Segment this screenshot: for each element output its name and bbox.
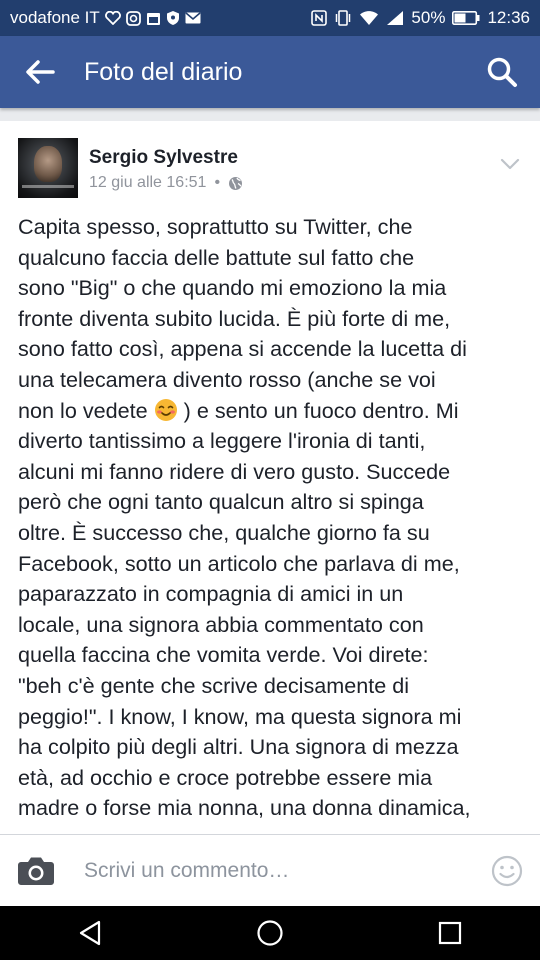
post-line: madre o forse mia nonna, una donna dinam… [18,795,471,821]
post-line: qualcuno faccia delle battute sul fatto … [18,244,415,270]
post-header: Sergio Sylvestre 12 giu alle 16:51 • [18,138,540,198]
arrow-left-icon [26,60,55,84]
camera-icon [18,857,54,885]
post-text: Capita spesso, soprattutto su Twitter, c… [18,212,530,824]
meta-separator: • [214,174,221,191]
emoji-line-before: non lo vedete [18,397,154,423]
shield-icon [166,10,180,26]
post-line: però che ogni tanto qualcun altro si spi… [18,489,424,515]
battery-icon [452,11,480,25]
carrier-label: vodafone IT [10,8,100,27]
search-icon [487,57,517,87]
post-line: alcuni mi fanno ridere di vero gusto. Su… [18,458,451,484]
status-bar: vodafone IT 50% 12:36 [0,0,540,36]
smiley-icon [491,855,523,887]
page-title: Foto del diario [84,57,243,86]
nav-recents-icon [438,921,462,945]
avatar[interactable] [18,138,78,198]
instagram-icon [125,10,141,26]
signal-icon [386,10,404,26]
nav-back-icon [79,920,101,946]
vibrate-icon [334,10,352,26]
post-line: paparazzato in compagnia di amici in un [18,581,404,607]
nfc-icon [311,10,328,26]
post-card: Sergio Sylvestre 12 giu alle 16:51 • Cap… [0,121,540,834]
nav-back-button[interactable] [45,906,135,960]
post-line: "beh c'è gente che scrive decisamente di [18,672,410,698]
app-bar: Foto del diario [0,36,540,108]
system-nav-bar [0,906,540,960]
battery-percent: 50% [411,8,446,27]
post-line: Capita spesso, soprattutto su Twitter, c… [18,214,413,239]
chevron-down-icon[interactable] [500,157,520,171]
post-line-emoji: non lo vedete ) e sento un fuoco dentro.… [18,396,530,427]
comment-input[interactable] [84,859,464,883]
author-name[interactable]: Sergio Sylvestre [89,147,238,169]
mail-icon [185,12,201,24]
nav-home-button[interactable] [225,906,315,960]
avatar-band [22,185,74,188]
post-line: oltre. È successo che, qualche giorno fa… [18,519,430,545]
search-button[interactable] [464,36,540,108]
nav-home-icon [257,920,283,946]
comment-bar [0,834,540,907]
globe-icon [229,176,243,190]
nav-recents-button[interactable] [405,906,495,960]
post-line: diverto tantissimo a leggere l'ironia di… [18,428,426,454]
post-line: Facebook, sotto un articolo che parlava … [18,550,460,576]
post-line: locale, una signora abbia commentato con [18,611,424,637]
clock: 12:36 [487,8,530,27]
post-line: quella faccina che vomita verde. Voi dir… [18,642,429,668]
avatar-face [34,146,62,182]
post-line: sono fatto così, appena si accende la lu… [18,336,467,362]
post-meta: 12 giu alle 16:51 • [89,174,243,192]
post-line: ha colpito più degli altri. Una signora … [18,734,459,760]
post-line: peggio!". I know, I know, ma questa sign… [18,703,462,729]
camera-button[interactable] [0,835,72,907]
emoji-line-after: ) e sento un fuoco dentro. Mi [177,397,459,423]
post-line: una telecamera divento rosso (anche se v… [18,366,436,392]
post-line: età, ad occhio e croce potrebbe essere m… [18,764,433,790]
back-button[interactable] [0,36,80,108]
post-line: fronte diventa subito lucida. È più fort… [18,305,451,331]
calendar-icon [146,11,161,26]
wifi-icon [359,10,379,26]
heart-icon [104,11,121,25]
post-date[interactable]: 12 giu alle 16:51 [89,174,206,192]
blushing-smile-emoji [154,398,177,421]
sticker-button[interactable] [474,835,540,907]
post-line: sono "Big" o che quando mi emoziono la m… [18,275,447,301]
